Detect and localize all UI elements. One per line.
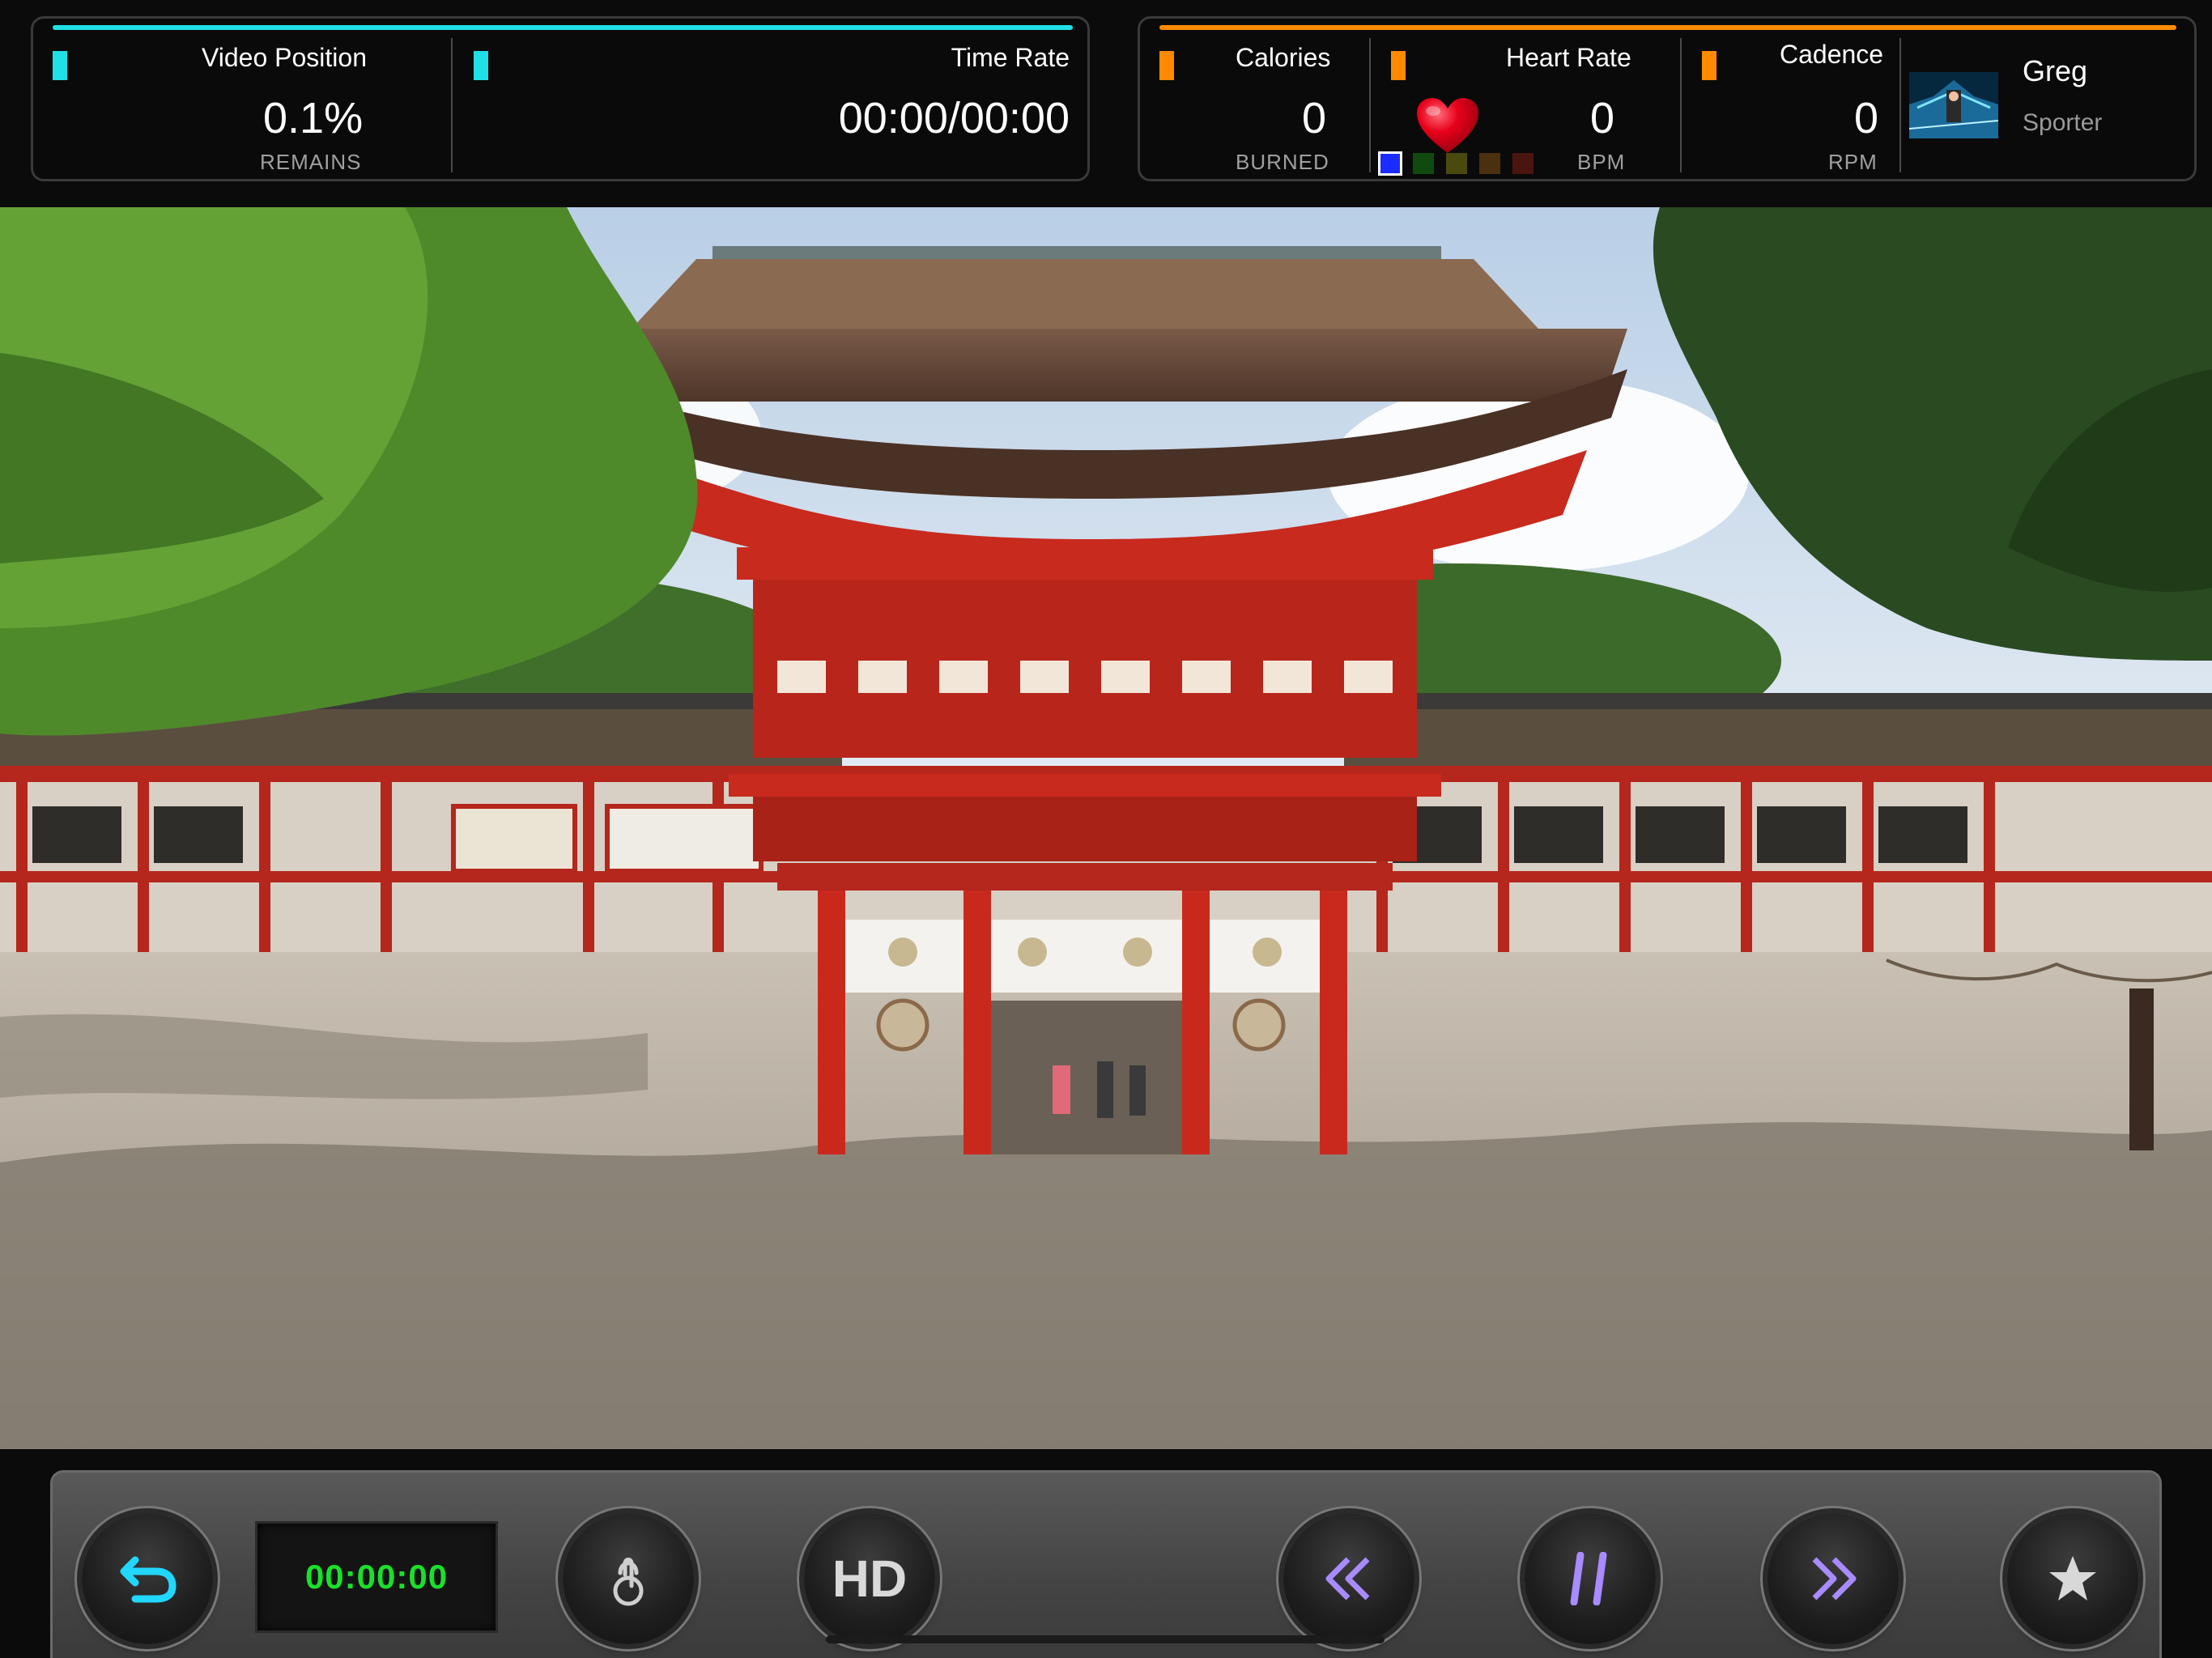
rewind-icon (1325, 1557, 1370, 1601)
bottom-area: 00:00:00 HD (0, 1449, 2212, 1658)
back-button[interactable] (82, 1513, 213, 1644)
heart-zone-square (1413, 153, 1434, 174)
fast-forward-icon (1812, 1557, 1857, 1601)
heart-zone-square (1446, 153, 1467, 174)
time-rate-label: Time Rate (951, 43, 1070, 72)
heart-rate-marker (1391, 51, 1406, 80)
touch-button[interactable] (563, 1513, 694, 1644)
hd-icon: HD (832, 1550, 908, 1608)
video-position-value: 0.1% (263, 94, 364, 142)
star-icon (2049, 1556, 2096, 1601)
control-bar: 00:00:00 HD (50, 1470, 2162, 1658)
calories-marker (1159, 51, 1174, 80)
heart-zone-square (1378, 151, 1402, 176)
home-indicator[interactable] (826, 1635, 1385, 1643)
user-avatar[interactable] (1909, 72, 1998, 138)
panel-divider (1680, 38, 1682, 172)
panel-divider (1369, 38, 1371, 172)
time-rate-value: 00:00/00:00 (838, 94, 1070, 142)
favorite-button[interactable] (2007, 1513, 2138, 1644)
rewind-button[interactable] (1283, 1513, 1414, 1644)
stats-accent-line (1159, 25, 2176, 30)
heart-zone-square (1479, 153, 1500, 174)
pause-button[interactable] (1525, 1513, 1656, 1644)
calories-sub: BURNED (1236, 150, 1329, 174)
video-position-marker (53, 51, 67, 80)
panel-divider (1899, 38, 1901, 172)
heart-rate-label: Heart Rate (1506, 43, 1631, 72)
fast-forward-button[interactable] (1767, 1513, 1899, 1644)
heart-zone-square (1512, 153, 1534, 174)
cadence-value: 0 (1854, 94, 1879, 142)
elapsed-timer: 00:00:00 (255, 1521, 498, 1633)
calories-label: Calories (1236, 43, 1331, 72)
back-icon (120, 1556, 177, 1603)
time-rate-marker (474, 51, 488, 80)
cadence-sub: RPM (1828, 150, 1878, 174)
cadence-marker (1702, 51, 1716, 80)
video-position-label: Video Position (202, 43, 367, 72)
user-role: Sporter (2023, 109, 2103, 136)
video-progress-line (53, 25, 1073, 30)
cadence-label: Cadence (1780, 40, 1884, 69)
video-info-panel: Video Position 0.1% REMAINS Time Rate 00… (31, 16, 1090, 181)
heart-rate-value: 0 (1590, 94, 1615, 142)
temple-gate-scene (0, 207, 2212, 1449)
stats-panel: Calories 0 BURNED Heart Rate 0 BPM Caden… (1138, 16, 2197, 181)
user-name: Greg (2023, 54, 2088, 87)
hd-button[interactable]: HD (804, 1513, 935, 1644)
heart-rate-sub: BPM (1577, 150, 1626, 174)
video-position-sub: REMAINS (260, 150, 362, 174)
heart-icon (1415, 96, 1480, 155)
calories-value: 0 (1302, 94, 1327, 142)
video-view[interactable] (0, 207, 2212, 1449)
touch-icon (613, 1558, 644, 1606)
elapsed-timer-text: 00:00:00 (304, 1558, 449, 1596)
pause-icon (1570, 1552, 1607, 1605)
panel-divider (451, 38, 453, 172)
